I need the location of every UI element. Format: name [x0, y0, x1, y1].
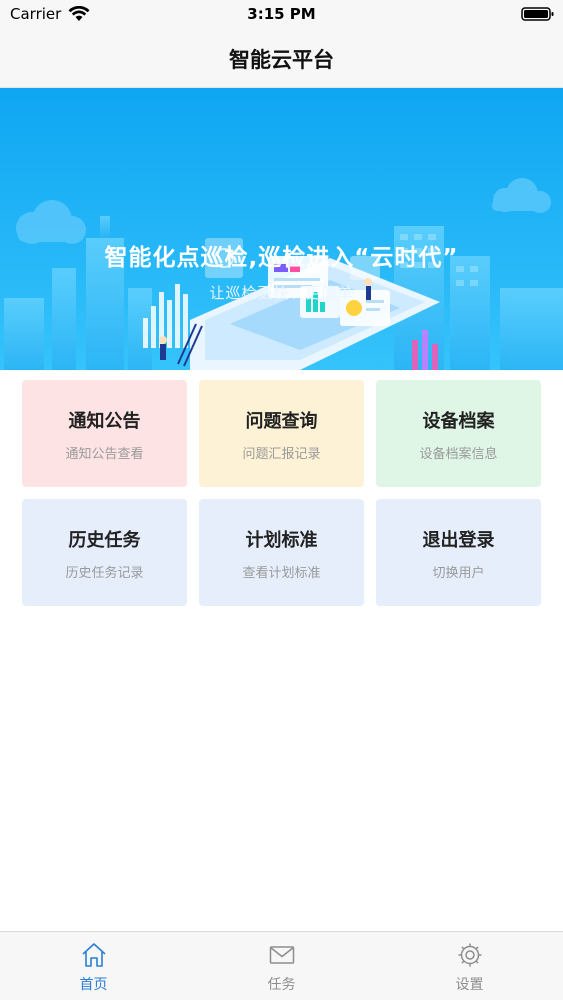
- card-title: 退出登录: [422, 530, 495, 551]
- issue-query-card[interactable]: 问题查询 问题汇报记录: [199, 380, 364, 487]
- clock-time: 3:15 PM: [247, 5, 316, 23]
- card-title: 计划标准: [245, 530, 318, 551]
- task-history-card[interactable]: 历史任务 历史任务记录: [22, 499, 187, 606]
- tab-home[interactable]: 首页: [0, 932, 187, 1001]
- navigation-bar: 智能云平台: [0, 30, 563, 88]
- card-subtitle: 问题汇报记录: [242, 447, 321, 462]
- plan-standard-card[interactable]: 计划标准 查看计划标准: [199, 499, 364, 606]
- banner-tagline: 让巡检更快、更简单: [209, 284, 354, 302]
- mail-icon: [269, 946, 295, 964]
- tab-bar: 首页 任务 设置: [0, 931, 563, 1000]
- card-title: 问题查询: [245, 411, 318, 432]
- banner-headline: 智能化点巡检,巡检进入“云时代”: [104, 245, 459, 271]
- page-title: 智能云平台: [229, 48, 334, 72]
- tab-settings[interactable]: 设置: [376, 932, 563, 1001]
- card-subtitle: 设备档案信息: [419, 447, 498, 462]
- logout-card[interactable]: 退出登录 切换用户: [376, 499, 541, 606]
- card-subtitle: 查看计划标准: [242, 566, 321, 581]
- status-bar: Carrier 3:15 PM: [0, 0, 563, 30]
- tab-label: 设置: [455, 977, 484, 993]
- tab-label: 任务: [267, 977, 296, 993]
- hero-banner: 智能化点巡检,巡检进入“云时代” 让巡检更快、更简单: [0, 88, 563, 370]
- home-icon: [82, 943, 106, 967]
- card-subtitle: 切换用户: [432, 566, 485, 581]
- card-title: 设备档案: [422, 411, 495, 432]
- card-subtitle: 通知公告查看: [65, 447, 144, 462]
- battery-icon: [521, 7, 554, 21]
- notice-card[interactable]: 通知公告 通知公告查看: [22, 380, 187, 487]
- card-title: 历史任务: [68, 530, 141, 551]
- banner-illustration: [0, 88, 563, 370]
- card-subtitle: 历史任务记录: [65, 566, 144, 581]
- equipment-archive-card[interactable]: 设备档案 设备档案信息: [376, 380, 541, 487]
- tab-tasks[interactable]: 任务: [188, 932, 375, 1001]
- card-title: 通知公告: [68, 411, 141, 432]
- tab-label: 首页: [79, 977, 108, 993]
- gear-icon: [458, 943, 482, 967]
